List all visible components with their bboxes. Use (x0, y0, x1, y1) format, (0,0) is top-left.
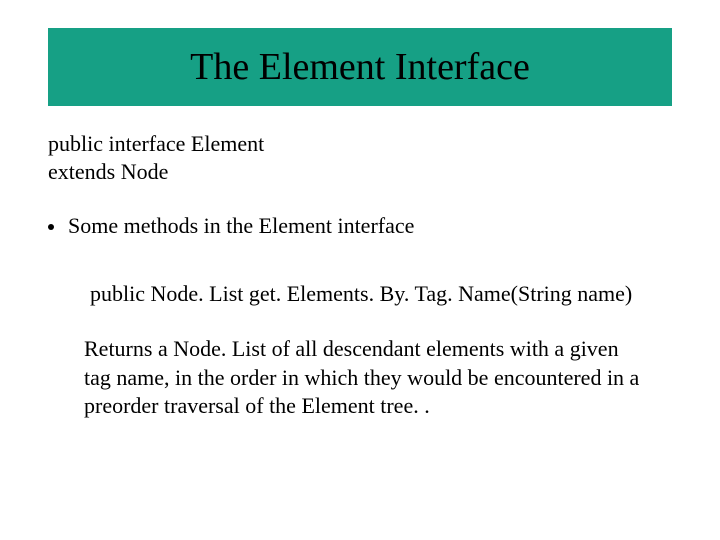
interface-declaration: public interface Element extends Node (48, 130, 672, 185)
title-band: The Element Interface (48, 28, 672, 106)
method-description: Returns a Node. List of all descendant e… (84, 335, 644, 421)
declaration-line-2: extends Node (48, 158, 672, 186)
declaration-line-1: public interface Element (48, 130, 672, 158)
method-signature: public Node. List get. Elements. By. Tag… (90, 281, 672, 307)
bullet-item: Some methods in the Element interface (48, 213, 672, 239)
slide: The Element Interface public interface E… (0, 0, 720, 540)
bullet-text: Some methods in the Element interface (68, 213, 414, 239)
slide-title: The Element Interface (190, 45, 530, 89)
bullet-dot-icon (48, 224, 54, 230)
